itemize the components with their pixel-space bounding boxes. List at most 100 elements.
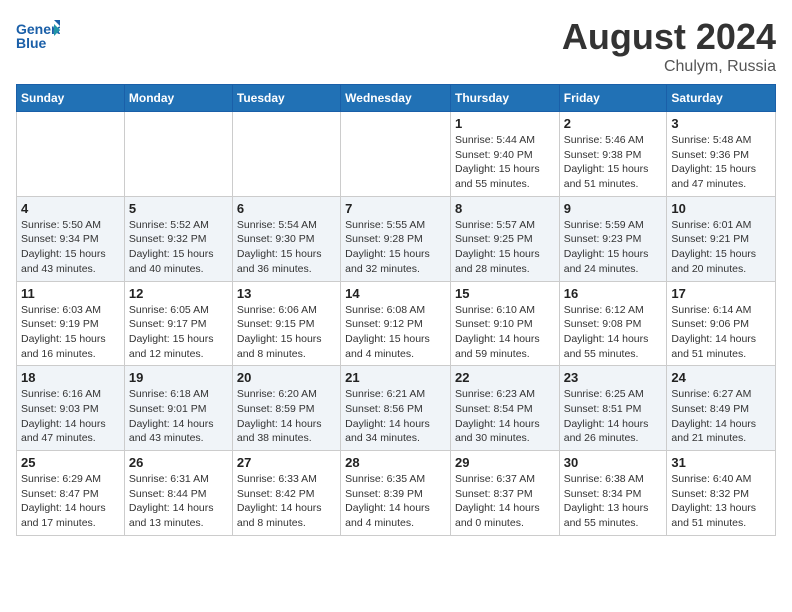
day-info: Sunrise: 6:16 AM Sunset: 9:03 PM Dayligh… bbox=[21, 387, 120, 446]
day-number: 27 bbox=[237, 455, 336, 470]
day-number: 6 bbox=[237, 201, 336, 216]
day-info: Sunrise: 5:54 AM Sunset: 9:30 PM Dayligh… bbox=[237, 218, 336, 277]
day-info: Sunrise: 5:48 AM Sunset: 9:36 PM Dayligh… bbox=[671, 133, 771, 192]
calendar-cell-16: 13 Sunrise: 6:06 AM Sunset: 9:15 PM Dayli… bbox=[232, 281, 340, 366]
day-number: 10 bbox=[671, 201, 771, 216]
day-info: Sunrise: 5:57 AM Sunset: 9:25 PM Dayligh… bbox=[455, 218, 555, 277]
weekday-header-saturday: Saturday bbox=[667, 85, 776, 112]
weekday-header-wednesday: Wednesday bbox=[341, 85, 451, 112]
day-number: 17 bbox=[671, 286, 771, 301]
calendar-cell-30: 27 Sunrise: 6:33 AM Sunset: 8:42 PM Dayli… bbox=[232, 451, 340, 536]
day-info: Sunrise: 6:12 AM Sunset: 9:08 PM Dayligh… bbox=[564, 303, 663, 362]
day-number: 20 bbox=[237, 370, 336, 385]
day-number: 16 bbox=[564, 286, 663, 301]
calendar-cell-0 bbox=[17, 112, 125, 197]
calendar-cell-17: 14 Sunrise: 6:08 AM Sunset: 9:12 PM Dayli… bbox=[341, 281, 451, 366]
title-block: August 2024 Chulym, Russia bbox=[562, 16, 776, 76]
day-number: 14 bbox=[345, 286, 446, 301]
day-info: Sunrise: 6:35 AM Sunset: 8:39 PM Dayligh… bbox=[345, 472, 446, 531]
day-info: Sunrise: 6:10 AM Sunset: 9:10 PM Dayligh… bbox=[455, 303, 555, 362]
day-number: 8 bbox=[455, 201, 555, 216]
day-info: Sunrise: 6:21 AM Sunset: 8:56 PM Dayligh… bbox=[345, 387, 446, 446]
svg-text:Blue: Blue bbox=[16, 35, 47, 51]
day-info: Sunrise: 6:08 AM Sunset: 9:12 PM Dayligh… bbox=[345, 303, 446, 362]
calendar-body: 1 Sunrise: 5:44 AM Sunset: 9:40 PM Daylig… bbox=[17, 112, 776, 536]
day-info: Sunrise: 6:37 AM Sunset: 8:37 PM Dayligh… bbox=[455, 472, 555, 531]
calendar-cell-20: 17Sunrise: 6:14 AM Sunset: 9:06 PM Dayli… bbox=[667, 281, 776, 366]
calendar-cell-14: 11 Sunrise: 6:03 AM Sunset: 9:19 PM Dayli… bbox=[17, 281, 125, 366]
calendar-cell-15: 12 Sunrise: 6:05 AM Sunset: 9:17 PM Dayli… bbox=[124, 281, 232, 366]
calendar-table: SundayMondayTuesdayWednesdayThursdayFrid… bbox=[16, 84, 776, 536]
logo-icon: General Blue bbox=[16, 16, 60, 52]
week-row-3: 11 Sunrise: 6:03 AM Sunset: 9:19 PM Dayli… bbox=[17, 281, 776, 366]
day-number: 23 bbox=[564, 370, 663, 385]
calendar-cell-19: 16 Sunrise: 6:12 AM Sunset: 9:08 PM Dayli… bbox=[559, 281, 667, 366]
day-number: 30 bbox=[564, 455, 663, 470]
day-info: Sunrise: 6:03 AM Sunset: 9:19 PM Dayligh… bbox=[21, 303, 120, 362]
calendar-cell-7: 4 Sunrise: 5:50 AM Sunset: 9:34 PM Daylig… bbox=[17, 196, 125, 281]
calendar-cell-28: 25 Sunrise: 6:29 AM Sunset: 8:47 PM Dayli… bbox=[17, 451, 125, 536]
weekday-header-monday: Monday bbox=[124, 85, 232, 112]
day-info: Sunrise: 6:18 AM Sunset: 9:01 PM Dayligh… bbox=[129, 387, 228, 446]
day-number: 7 bbox=[345, 201, 446, 216]
calendar-cell-33: 30 Sunrise: 6:38 AM Sunset: 8:34 PM Dayli… bbox=[559, 451, 667, 536]
day-info: Sunrise: 6:23 AM Sunset: 8:54 PM Dayligh… bbox=[455, 387, 555, 446]
day-number: 15 bbox=[455, 286, 555, 301]
calendar-cell-22: 19 Sunrise: 6:18 AM Sunset: 9:01 PM Dayli… bbox=[124, 366, 232, 451]
logo: General Blue bbox=[16, 16, 60, 52]
day-info: Sunrise: 6:38 AM Sunset: 8:34 PM Dayligh… bbox=[564, 472, 663, 531]
calendar-cell-32: 29 Sunrise: 6:37 AM Sunset: 8:37 PM Dayli… bbox=[450, 451, 559, 536]
day-info: Sunrise: 5:59 AM Sunset: 9:23 PM Dayligh… bbox=[564, 218, 663, 277]
day-number: 12 bbox=[129, 286, 228, 301]
day-info: Sunrise: 6:31 AM Sunset: 8:44 PM Dayligh… bbox=[129, 472, 228, 531]
calendar-cell-8: 5Sunrise: 5:52 AM Sunset: 9:32 PM Daylig… bbox=[124, 196, 232, 281]
calendar-cell-10: 7 Sunrise: 5:55 AM Sunset: 9:28 PM Daylig… bbox=[341, 196, 451, 281]
day-info: Sunrise: 6:06 AM Sunset: 9:15 PM Dayligh… bbox=[237, 303, 336, 362]
day-info: Sunrise: 6:20 AM Sunset: 8:59 PM Dayligh… bbox=[237, 387, 336, 446]
weekday-header-sunday: Sunday bbox=[17, 85, 125, 112]
day-info: Sunrise: 5:44 AM Sunset: 9:40 PM Dayligh… bbox=[455, 133, 555, 192]
day-number: 18 bbox=[21, 370, 120, 385]
day-number: 3 bbox=[671, 116, 771, 131]
day-number: 9 bbox=[564, 201, 663, 216]
day-info: Sunrise: 5:50 AM Sunset: 9:34 PM Dayligh… bbox=[21, 218, 120, 277]
day-info: Sunrise: 5:55 AM Sunset: 9:28 PM Dayligh… bbox=[345, 218, 446, 277]
day-number: 22 bbox=[455, 370, 555, 385]
day-number: 26 bbox=[129, 455, 228, 470]
day-number: 11 bbox=[21, 286, 120, 301]
weekday-header-friday: Friday bbox=[559, 85, 667, 112]
day-number: 1 bbox=[455, 116, 555, 131]
day-info: Sunrise: 6:27 AM Sunset: 8:49 PM Dayligh… bbox=[671, 387, 771, 446]
calendar-cell-4: 1 Sunrise: 5:44 AM Sunset: 9:40 PM Daylig… bbox=[450, 112, 559, 197]
day-info: Sunrise: 6:29 AM Sunset: 8:47 PM Dayligh… bbox=[21, 472, 120, 531]
calendar-cell-26: 23 Sunrise: 6:25 AM Sunset: 8:51 PM Dayli… bbox=[559, 366, 667, 451]
week-row-2: 4 Sunrise: 5:50 AM Sunset: 9:34 PM Daylig… bbox=[17, 196, 776, 281]
day-number: 2 bbox=[564, 116, 663, 131]
day-info: Sunrise: 5:46 AM Sunset: 9:38 PM Dayligh… bbox=[564, 133, 663, 192]
calendar-cell-2 bbox=[232, 112, 340, 197]
page-header: General Blue August 2024 Chulym, Russia bbox=[16, 16, 776, 76]
calendar-cell-12: 9 Sunrise: 5:59 AM Sunset: 9:23 PM Daylig… bbox=[559, 196, 667, 281]
day-number: 31 bbox=[671, 455, 771, 470]
calendar-cell-29: 26 Sunrise: 6:31 AM Sunset: 8:44 PM Dayli… bbox=[124, 451, 232, 536]
day-info: Sunrise: 6:25 AM Sunset: 8:51 PM Dayligh… bbox=[564, 387, 663, 446]
day-number: 19 bbox=[129, 370, 228, 385]
week-row-4: 18 Sunrise: 6:16 AM Sunset: 9:03 PM Dayli… bbox=[17, 366, 776, 451]
week-row-1: 1 Sunrise: 5:44 AM Sunset: 9:40 PM Daylig… bbox=[17, 112, 776, 197]
calendar-cell-34: 31Sunrise: 6:40 AM Sunset: 8:32 PM Dayli… bbox=[667, 451, 776, 536]
day-number: 25 bbox=[21, 455, 120, 470]
day-number: 28 bbox=[345, 455, 446, 470]
weekday-header-tuesday: Tuesday bbox=[232, 85, 340, 112]
month-year-title: August 2024 bbox=[562, 16, 776, 58]
calendar-cell-23: 20 Sunrise: 6:20 AM Sunset: 8:59 PM Dayli… bbox=[232, 366, 340, 451]
day-number: 29 bbox=[455, 455, 555, 470]
calendar-cell-5: 2 Sunrise: 5:46 AM Sunset: 9:38 PM Daylig… bbox=[559, 112, 667, 197]
location-title: Chulym, Russia bbox=[562, 58, 776, 76]
day-number: 13 bbox=[237, 286, 336, 301]
day-number: 4 bbox=[21, 201, 120, 216]
calendar-cell-6: 3 Sunrise: 5:48 AM Sunset: 9:36 PM Daylig… bbox=[667, 112, 776, 197]
day-info: Sunrise: 6:05 AM Sunset: 9:17 PM Dayligh… bbox=[129, 303, 228, 362]
week-row-5: 25 Sunrise: 6:29 AM Sunset: 8:47 PM Dayli… bbox=[17, 451, 776, 536]
day-info: Sunrise: 6:33 AM Sunset: 8:42 PM Dayligh… bbox=[237, 472, 336, 531]
day-number: 5 bbox=[129, 201, 228, 216]
